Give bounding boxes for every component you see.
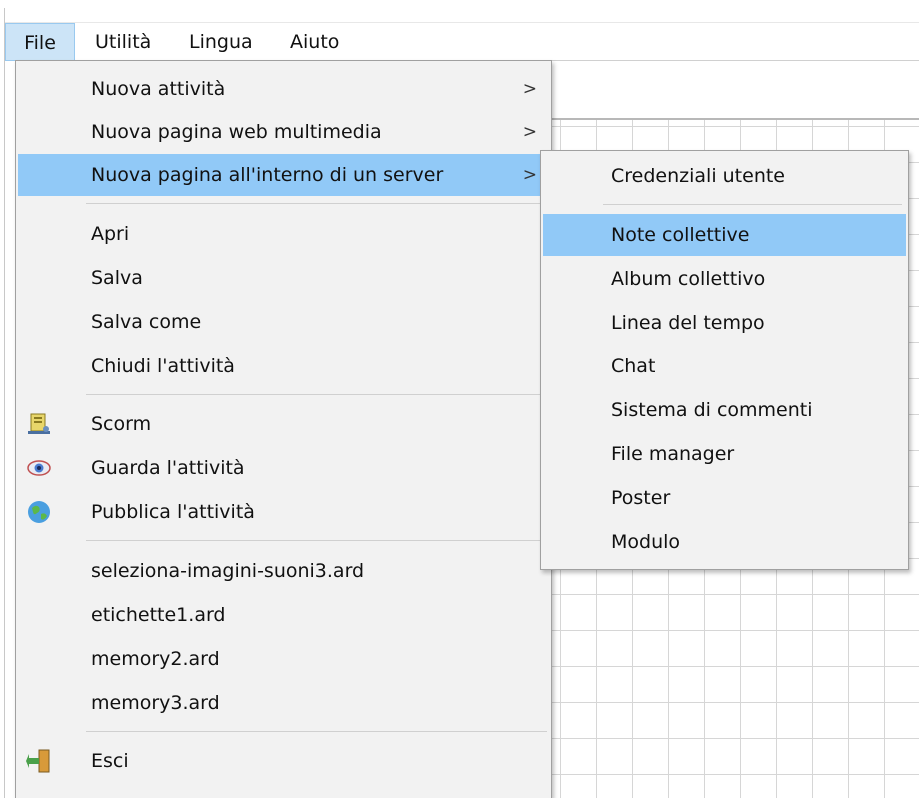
menu-item-new-server-page[interactable]: Nuova pagina all'interno di un server > xyxy=(18,154,549,196)
menu-item-label: Salva xyxy=(91,267,143,289)
globe-icon xyxy=(28,501,50,523)
submenu-item-file-manager[interactable]: File manager xyxy=(543,433,906,475)
submenu-item-label: File manager xyxy=(611,443,735,465)
eye-icon xyxy=(27,460,51,476)
submenu-item-collective-notes[interactable]: Note collettive xyxy=(543,214,906,256)
menu-item-publish-activity[interactable]: Pubblica l'attività xyxy=(18,491,549,533)
menu-item-label: Pubblica l'attività xyxy=(91,501,255,523)
submenu-item-label: Chat xyxy=(611,355,656,377)
submenu-item-label: Note collettive xyxy=(611,224,750,246)
exit-door-icon xyxy=(26,749,50,773)
scorm-package-icon xyxy=(28,413,50,434)
menu-separator xyxy=(86,394,547,395)
menu-item-label: Chiudi l'attività xyxy=(91,355,235,377)
submenu-item-poster[interactable]: Poster xyxy=(543,477,906,519)
toolbar-border xyxy=(548,60,919,61)
menu-item-label: memory3.ard xyxy=(91,692,220,714)
file-menu: Nuova attività > Nuova pagina web multim… xyxy=(15,60,552,798)
menu-item-label: Salva come xyxy=(91,311,202,333)
menu-item-label: Nuova pagina web multimedia xyxy=(91,121,382,143)
chevron-right-icon: > xyxy=(522,165,537,185)
menu-item-new-web-page[interactable]: Nuova pagina web multimedia > xyxy=(18,111,549,153)
menu-bar: File Utilità Lingua Aiuto xyxy=(5,22,919,61)
submenu-item-label: Sistema di commenti xyxy=(611,399,813,421)
submenu-item-label: Album collettivo xyxy=(611,268,766,290)
menu-item-label: seleziona-imagini-suoni3.ard xyxy=(91,560,365,582)
submenu-item-label: Credenziali utente xyxy=(611,165,785,187)
menu-item-recent-file[interactable]: etichette1.ard xyxy=(18,594,549,636)
menu-item-label: Apri xyxy=(91,223,130,245)
menu-item-new-activity[interactable]: Nuova attività > xyxy=(18,68,549,110)
menu-item-close-activity[interactable]: Chiudi l'attività xyxy=(18,345,549,387)
menu-item-label: Esci xyxy=(91,750,129,772)
menu-item-recent-file[interactable]: seleziona-imagini-suoni3.ard xyxy=(18,550,549,592)
submenu-item-label: Modulo xyxy=(611,531,681,553)
menu-separator xyxy=(86,731,547,732)
server-submenu: Credenziali utente Note collettive Album… xyxy=(540,150,909,570)
submenu-item-user-credentials[interactable]: Credenziali utente xyxy=(543,155,906,197)
submenu-item-comment-system[interactable]: Sistema di commenti xyxy=(543,389,906,431)
chevron-right-icon: > xyxy=(522,122,537,142)
submenu-item-timeline[interactable]: Linea del tempo xyxy=(543,302,906,344)
submenu-item-label: Linea del tempo xyxy=(611,312,765,334)
menu-separator xyxy=(86,203,547,204)
menu-item-label: Nuova attività xyxy=(91,78,226,100)
menu-lingua[interactable]: Lingua xyxy=(189,23,253,61)
menu-separator xyxy=(86,540,547,541)
submenu-item-collective-album[interactable]: Album collettivo xyxy=(543,258,906,300)
menu-separator xyxy=(603,204,902,205)
menu-item-view-activity[interactable]: Guarda l'attività xyxy=(18,447,549,489)
submenu-item-chat[interactable]: Chat xyxy=(543,345,906,387)
menu-item-label: Nuova pagina all'interno di un server xyxy=(91,164,444,186)
chevron-right-icon: > xyxy=(522,79,537,99)
submenu-item-label: Poster xyxy=(611,487,671,509)
menu-item-label: memory2.ard xyxy=(91,648,220,670)
menu-item-save-as[interactable]: Salva come xyxy=(18,301,549,343)
menu-item-save[interactable]: Salva xyxy=(18,257,549,299)
menu-item-scorm[interactable]: Scorm xyxy=(18,403,549,445)
menu-item-recent-file[interactable]: memory2.ard xyxy=(18,638,549,680)
submenu-item-form[interactable]: Modulo xyxy=(543,521,906,563)
window-edge xyxy=(4,8,5,798)
menu-item-label: Guarda l'attività xyxy=(91,457,245,479)
menu-item-label: etichette1.ard xyxy=(91,604,226,626)
menu-item-open[interactable]: Apri xyxy=(18,213,549,255)
menu-item-exit[interactable]: Esci xyxy=(18,740,549,782)
menu-file[interactable]: File xyxy=(5,23,75,61)
menu-item-recent-file[interactable]: memory3.ard xyxy=(18,682,549,724)
menu-item-label: Scorm xyxy=(91,413,152,435)
menu-utilita[interactable]: Utilità xyxy=(95,23,151,61)
menu-aiuto[interactable]: Aiuto xyxy=(290,23,339,61)
